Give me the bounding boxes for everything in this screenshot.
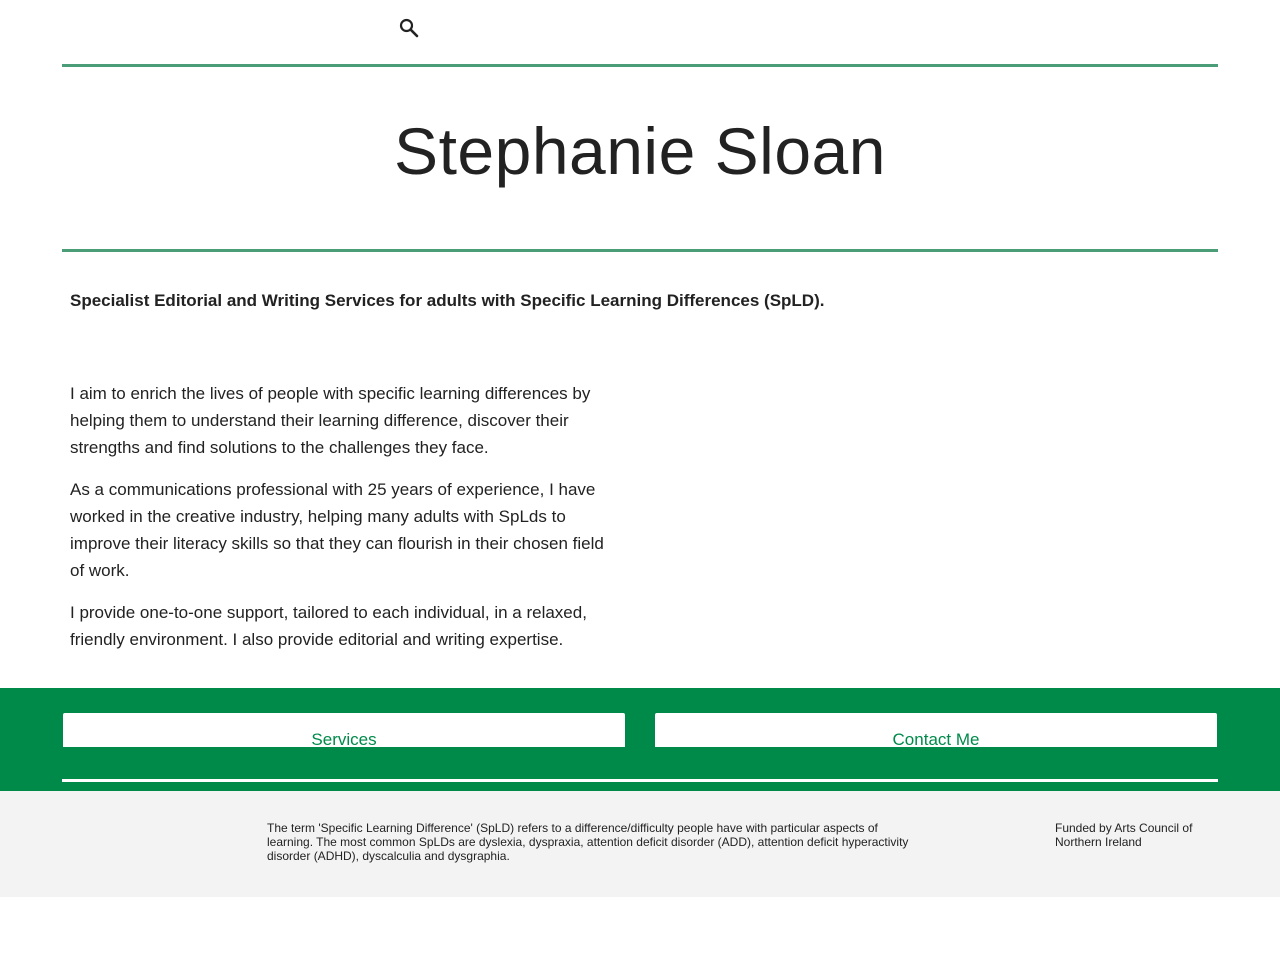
- search-icon[interactable]: [397, 16, 421, 40]
- page: Stephanie Sloan Specialist Editorial and…: [0, 0, 1280, 960]
- cta-band: Services Contact Me: [0, 688, 1280, 791]
- paragraph-support: I provide one-to-one support, tailored t…: [70, 603, 587, 649]
- spld-definition: The term 'Specific Learning Difference' …: [267, 821, 909, 863]
- divider: [62, 779, 1218, 782]
- contact-me-button[interactable]: Contact Me: [655, 713, 1217, 747]
- main-content: I aim to enrich the lives of people with…: [70, 380, 615, 668]
- site-title[interactable]: Stephanie Sloan: [62, 67, 1218, 191]
- paragraph-mission: I aim to enrich the lives of people with…: [70, 384, 591, 457]
- masthead: Stephanie Sloan: [62, 67, 1218, 252]
- services-button[interactable]: Services: [63, 713, 625, 747]
- footer: The term 'Specific Learning Difference' …: [0, 791, 1280, 897]
- funding-credit: Funded by Arts Council of Northern Irela…: [1055, 821, 1193, 849]
- top-bar: [62, 0, 1218, 67]
- paragraph-experience: As a communications professional with 25…: [70, 480, 604, 580]
- intro-statement: Specialist Editorial and Writing Service…: [70, 291, 825, 310]
